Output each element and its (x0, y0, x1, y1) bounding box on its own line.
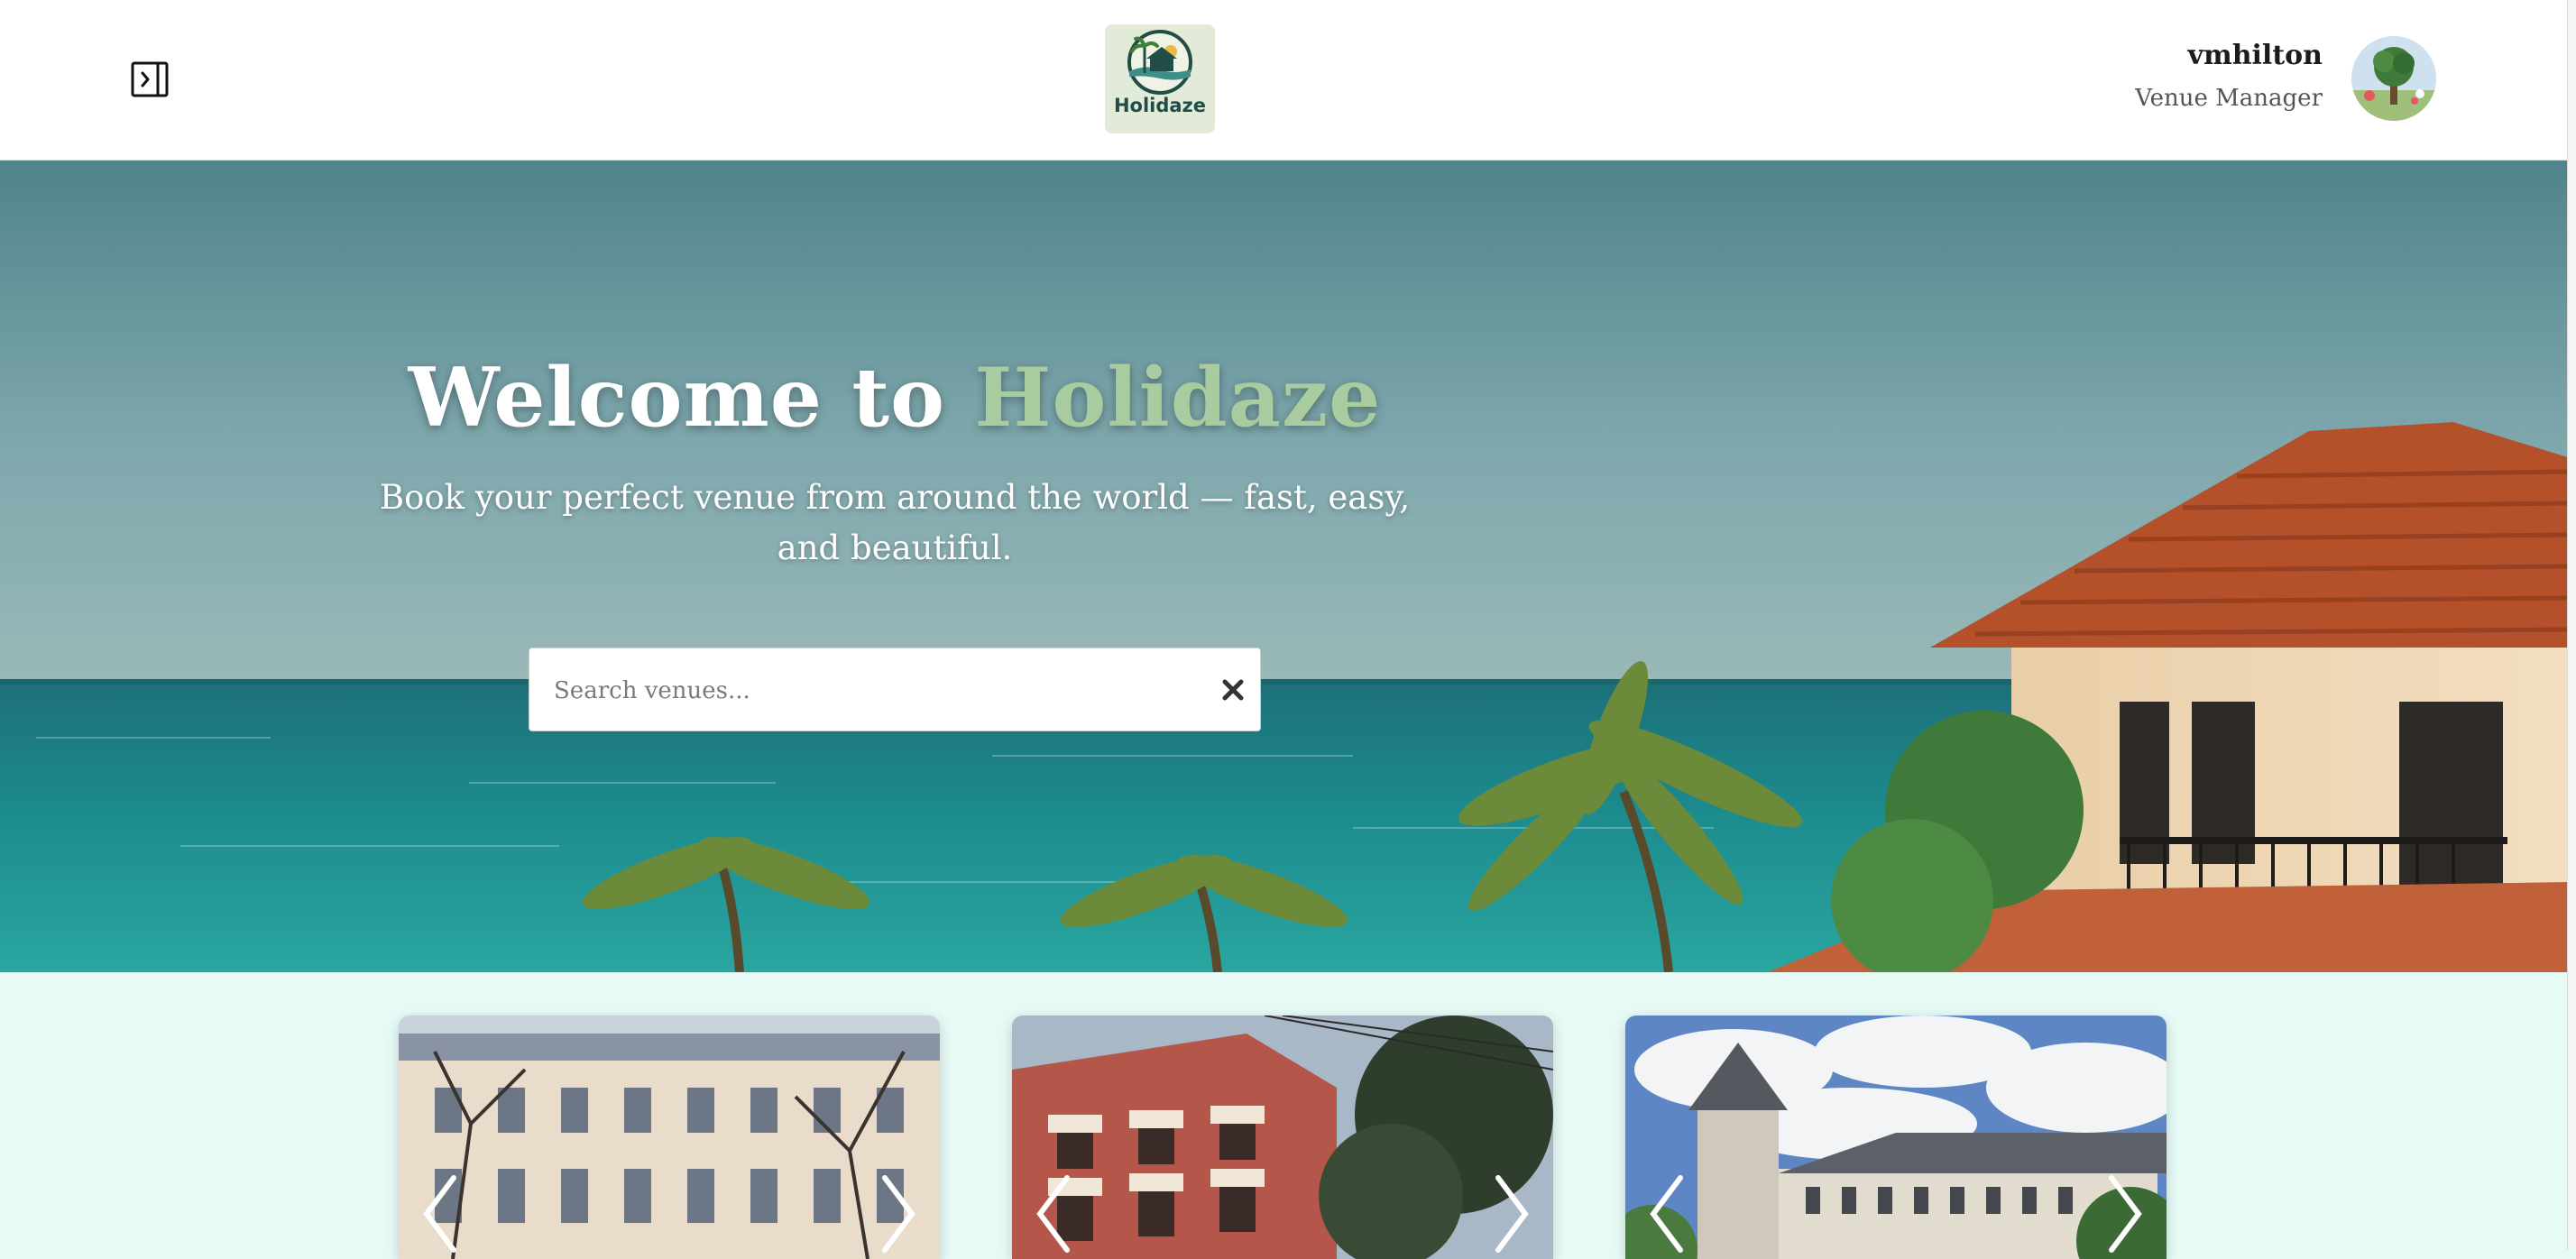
hero-subtitle: Book your perfect venue from around the … (379, 478, 1411, 567)
sidebar-toggle-button[interactable] (131, 61, 169, 97)
hero-title-prefix: Welcome to (408, 350, 946, 446)
user-name: vmhilton (2187, 40, 2323, 71)
hero-title-brand: Holidaze (974, 350, 1382, 446)
hero-banner: Welcome to Holidaze Book your perfect ve… (0, 161, 2567, 972)
carousel-prev-button[interactable] (413, 1169, 467, 1259)
venue-card-image (1625, 1015, 2167, 1259)
chevron-right-icon (1495, 1175, 1529, 1253)
carousel-next-button[interactable] (871, 1169, 925, 1259)
venue-card-image (1012, 1015, 1553, 1259)
hero-title: Welcome to Holidaze (0, 350, 1789, 446)
chevron-right-icon (2109, 1175, 2142, 1253)
carousel-prev-button[interactable] (1026, 1169, 1081, 1259)
venue-search-box (529, 648, 1261, 732)
carousel-prev-button[interactable] (1640, 1169, 1694, 1259)
logo-emblem-icon (1127, 30, 1192, 95)
carousel-next-button[interactable] (1485, 1169, 1539, 1259)
chevron-left-icon (1036, 1175, 1070, 1253)
top-navigation-bar: Holidaze vmhilton Venue Manager (0, 0, 2567, 161)
venue-card[interactable] (399, 1015, 940, 1259)
chevron-left-icon (1650, 1175, 1683, 1253)
close-icon (1222, 679, 1244, 701)
venue-card[interactable] (1012, 1015, 1553, 1259)
chevron-left-icon (423, 1175, 456, 1253)
user-role: Venue Manager (2135, 85, 2323, 112)
avatar-image (2351, 36, 2436, 121)
clear-search-button[interactable] (1215, 663, 1251, 717)
venue-card[interactable] (1625, 1015, 2167, 1259)
sidebar-toggle-icon (131, 61, 169, 97)
chevron-right-icon (882, 1175, 915, 1253)
venue-card-image (399, 1015, 940, 1259)
page-scrollbar[interactable] (2567, 0, 2576, 1250)
venue-search-input[interactable] (552, 648, 1205, 732)
brand-logo-text: Holidaze (1113, 95, 1207, 116)
carousel-next-button[interactable] (2098, 1169, 2152, 1259)
user-avatar[interactable] (2351, 36, 2436, 121)
brand-logo[interactable]: Holidaze (1105, 24, 1215, 133)
